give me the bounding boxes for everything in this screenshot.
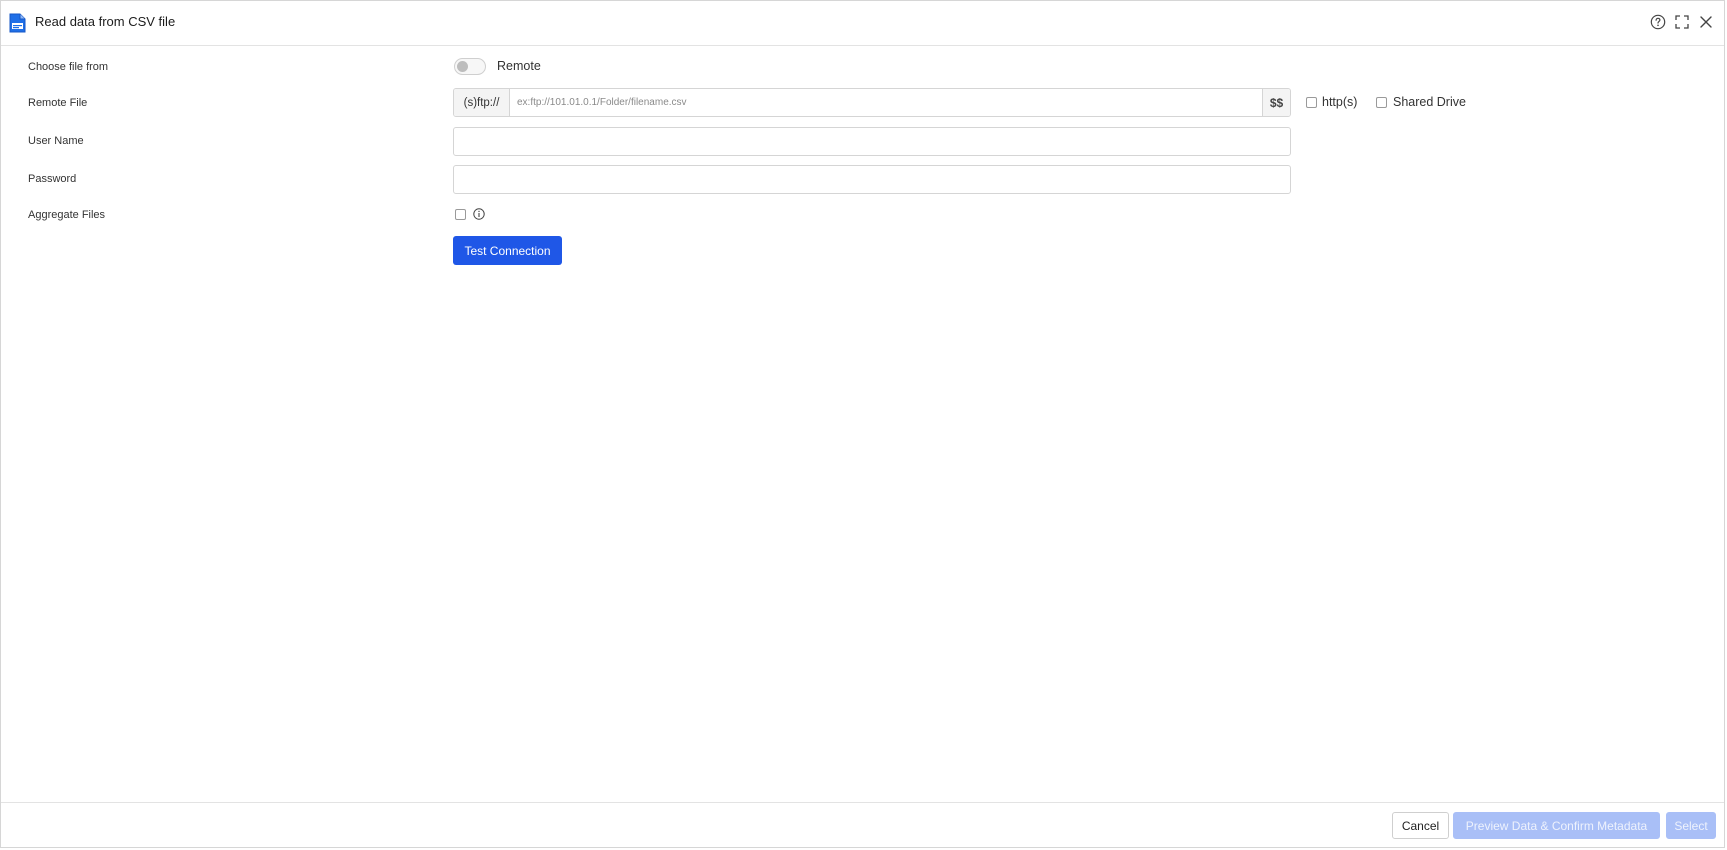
variables-button[interactable]: $$ — [1262, 89, 1290, 116]
shared-drive-checkbox[interactable] — [1376, 97, 1387, 108]
choose-file-from-label: Choose file from — [28, 61, 109, 73]
close-icon[interactable] — [1697, 13, 1715, 31]
user-name-input[interactable] — [453, 127, 1291, 156]
shared-drive-checkbox-label: Shared Drive — [1393, 95, 1466, 109]
fullscreen-icon[interactable] — [1673, 13, 1691, 31]
test-connection-button[interactable]: Test Connection — [453, 236, 562, 265]
remote-toggle[interactable] — [454, 58, 486, 75]
remote-file-input-group: (s)ftp:// $$ — [453, 88, 1291, 117]
user-name-label: User Name — [28, 135, 84, 147]
csv-read-dialog: Read data from CSV file Choose file from… — [0, 0, 1725, 848]
toggle-knob — [457, 61, 468, 72]
dialog-title: Read data from CSV file — [35, 14, 176, 29]
remote-toggle-label: Remote — [497, 59, 541, 73]
csv-file-icon — [9, 13, 26, 33]
remote-file-input[interactable] — [510, 89, 1262, 116]
http-checkbox[interactable] — [1306, 97, 1317, 108]
http-checkbox-label: http(s) — [1322, 95, 1358, 109]
protocol-prefix: (s)ftp:// — [454, 89, 510, 116]
password-input[interactable] — [453, 165, 1291, 194]
aggregate-files-label: Aggregate Files — [28, 209, 106, 221]
help-icon[interactable] — [1649, 13, 1667, 31]
dialog-footer: Cancel Preview Data & Confirm Metadata S… — [1, 802, 1724, 847]
aggregate-files-checkbox[interactable] — [455, 209, 466, 220]
dialog-header: Read data from CSV file — [1, 1, 1724, 46]
preview-confirm-metadata-button[interactable]: Preview Data & Confirm Metadata — [1453, 812, 1660, 839]
remote-file-label: Remote File — [28, 97, 88, 109]
cancel-button[interactable]: Cancel — [1392, 812, 1449, 839]
password-label: Password — [28, 173, 77, 185]
info-icon[interactable] — [473, 208, 485, 220]
select-button[interactable]: Select — [1666, 812, 1716, 839]
